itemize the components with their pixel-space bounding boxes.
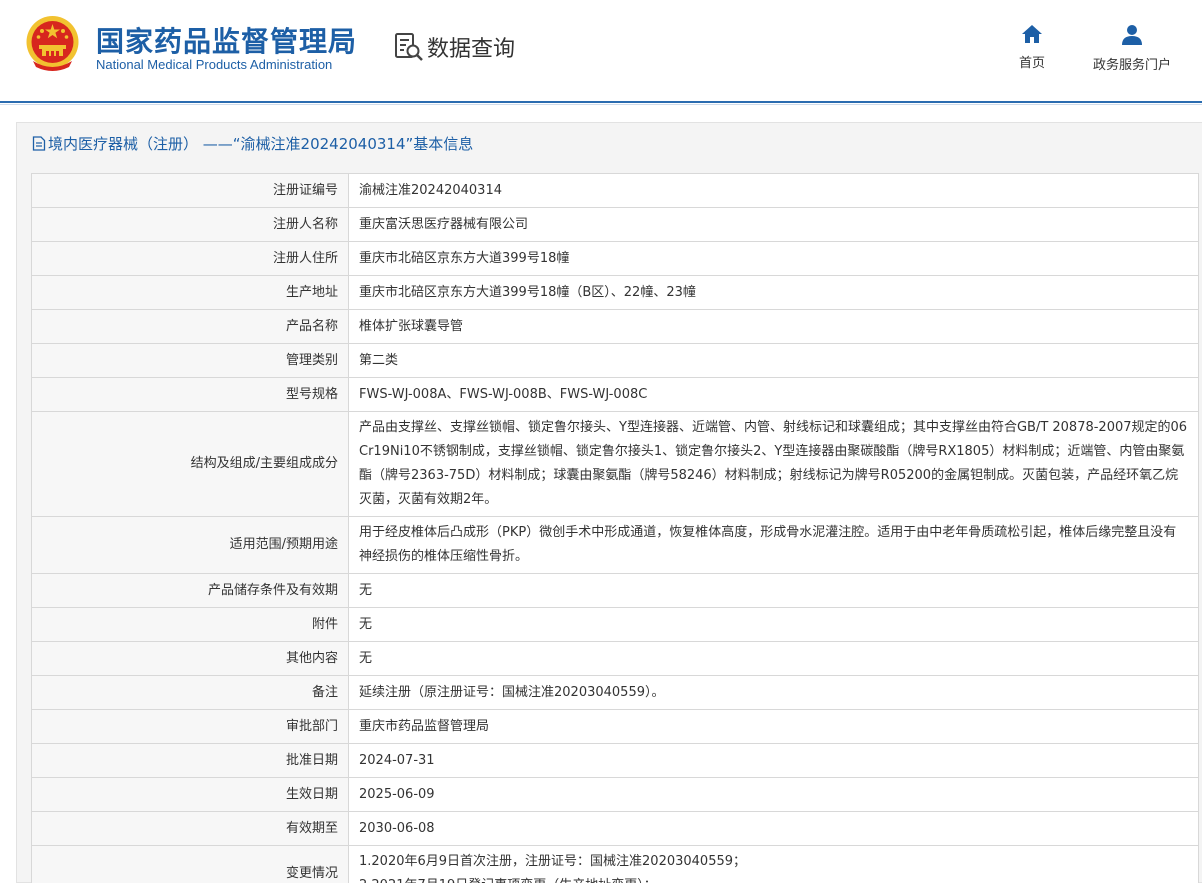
field-label: 管理类别 [31,343,349,378]
field-label: 生效日期 [31,777,349,812]
table-row: 产品储存条件及有效期 无 [31,573,1199,608]
field-value: 无 [348,573,1199,608]
table-row: 结构及组成/主要组成成分 产品由支撑丝、支撑丝锁帽、锁定鲁尔接头、Y型连接器、近… [31,411,1199,517]
field-label: 适用范围/预期用途 [31,516,349,574]
field-value: 重庆市北碚区京东方大道399号18幢（B区）、22幢、23幢 [348,275,1199,310]
field-value: 椎体扩张球囊导管 [348,309,1199,344]
header-divider-light [0,104,1202,105]
table-row: 适用范围/预期用途 用于经皮椎体后凸成形（PKP）微创手术中形成通道，恢复椎体高… [31,516,1199,574]
field-label: 生产地址 [31,275,349,310]
info-table: 注册证编号 渝械注准20242040314 注册人名称 重庆富沃思医疗器械有限公… [31,173,1199,883]
table-row: 批准日期 2024-07-31 [31,743,1199,778]
field-label: 其他内容 [31,641,349,676]
table-row: 产品名称 椎体扩张球囊导管 [31,309,1199,344]
field-value: 延续注册（原注册证号：国械注准20203040559）。 [348,675,1199,710]
table-row: 注册人住所 重庆市北碚区京东方大道399号18幢 [31,241,1199,276]
header-divider [0,101,1202,103]
table-row: 变更情况 1.2020年6月9日首次注册，注册证号：国械注准2020304055… [31,845,1199,883]
field-label: 备注 [31,675,349,710]
table-row: 其他内容 无 [31,641,1199,676]
field-value: FWS-WJ-008A、FWS-WJ-008B、FWS-WJ-008C [348,377,1199,412]
field-value: 1.2020年6月9日首次注册，注册证号：国械注准20203040559； 2.… [348,845,1199,883]
field-value: 重庆市药品监督管理局 [348,709,1199,744]
change-line: 1.2020年6月9日首次注册，注册证号：国械注准20203040559； [359,854,747,869]
data-query-label: 数据查询 [427,37,516,62]
field-label: 有效期至 [31,811,349,846]
field-label: 注册人住所 [31,241,349,276]
field-label: 注册证编号 [31,173,349,208]
home-icon [1022,25,1042,43]
org-name-english: National Medical Products Administration [96,57,333,72]
field-value: 2025-06-09 [348,777,1199,812]
national-emblem-icon [26,16,79,71]
site-header: 国家药品监督管理局 National Medical Products Admi… [0,0,1202,101]
page-title-text: 境内医疗器械（注册） ——“渝械注准20242040314”基本信息 [48,135,474,153]
page-title: 境内医疗器械（注册） ——“渝械注准20242040314”基本信息 [32,133,473,154]
change-line: 2.2021年7月19日登记事项变更（生产地址变更）； [359,874,1188,883]
field-label: 型号规格 [31,377,349,412]
field-label: 附件 [31,607,349,642]
field-value: 无 [348,641,1199,676]
table-row: 附件 无 [31,607,1199,642]
nav-gov-service-portal-label: 政务服务门户 [1092,58,1171,73]
table-row: 生产地址 重庆市北碚区京东方大道399号18幢（B区）、22幢、23幢 [31,275,1199,310]
user-icon [1122,25,1142,45]
field-label: 审批部门 [31,709,349,744]
table-row: 有效期至 2030-06-08 [31,811,1199,846]
org-name-chinese: 国家药品监督管理局 [96,25,358,58]
field-value: 产品由支撑丝、支撑丝锁帽、锁定鲁尔接头、Y型连接器、近端管、内管、射线标记和球囊… [348,411,1199,517]
field-label: 产品名称 [31,309,349,344]
table-row: 管理类别 第二类 [31,343,1199,378]
field-value: 重庆市北碚区京东方大道399号18幢 [348,241,1199,276]
field-value: 重庆富沃思医疗器械有限公司 [348,207,1199,242]
document-search-icon [395,33,423,61]
table-row: 审批部门 重庆市药品监督管理局 [31,709,1199,744]
field-label: 批准日期 [31,743,349,778]
field-value: 第二类 [348,343,1199,378]
field-value: 2024-07-31 [348,743,1199,778]
nav-home-label: 首页 [1018,56,1045,71]
nav-home[interactable]: 首页 [1012,24,1052,71]
table-row: 注册人名称 重庆富沃思医疗器械有限公司 [31,207,1199,242]
field-label: 注册人名称 [31,207,349,242]
field-label: 变更情况 [31,845,349,883]
table-row: 注册证编号 渝械注准20242040314 [31,173,1199,208]
table-row: 备注 延续注册（原注册证号：国械注准20203040559）。 [31,675,1199,710]
data-query-link[interactable]: 数据查询 [393,30,515,64]
document-icon [32,136,46,151]
field-value: 无 [348,607,1199,642]
table-row: 型号规格 FWS-WJ-008A、FWS-WJ-008B、FWS-WJ-008C [31,377,1199,412]
field-value: 用于经皮椎体后凸成形（PKP）微创手术中形成通道，恢复椎体高度，形成骨水泥灌注腔… [348,516,1199,574]
field-value: 2030-06-08 [348,811,1199,846]
field-value: 渝械注准20242040314 [348,173,1199,208]
field-label: 产品储存条件及有效期 [31,573,349,608]
table-row: 生效日期 2025-06-09 [31,777,1199,812]
detail-panel: 境内医疗器械（注册） ——“渝械注准20242040314”基本信息 注册证编号… [16,122,1202,883]
nav-gov-service-portal[interactable]: 政务服务门户 [1086,24,1178,73]
field-label: 结构及组成/主要组成成分 [31,411,349,517]
